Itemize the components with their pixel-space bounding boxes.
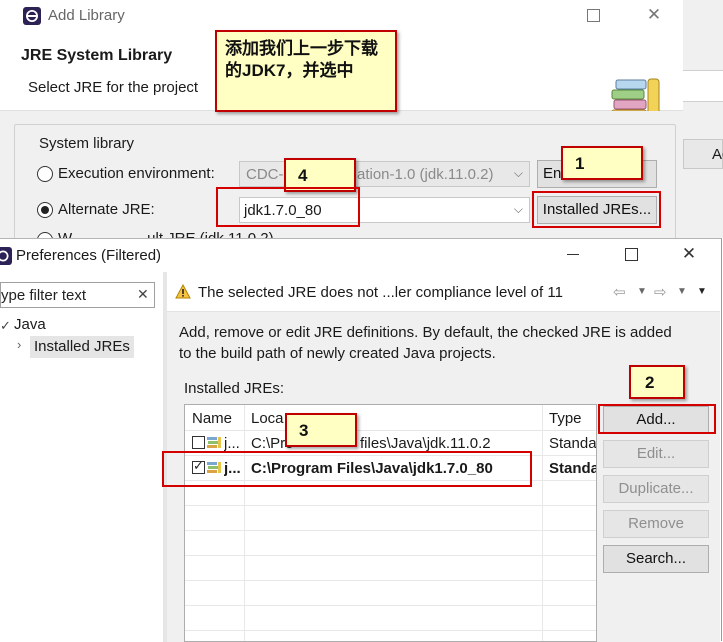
column-header-location[interactable]: Loca — [251, 410, 284, 427]
jre-type: Standa — [549, 460, 597, 477]
preferences-title: Preferences (Filtered) — [16, 247, 162, 264]
row-divider — [185, 580, 596, 581]
add-button-highlight — [598, 404, 716, 434]
execution-environment-radio[interactable] — [37, 166, 53, 182]
row-divider — [185, 630, 596, 631]
warning-message: The selected JRE does not ...ler complia… — [198, 284, 563, 301]
alternate-jre-radio[interactable] — [37, 202, 53, 218]
minimize-button[interactable] — [553, 239, 593, 269]
background-window-tab[interactable]: Ad — [683, 139, 723, 169]
row-divider — [185, 530, 596, 531]
background-tab-label: Ad — [712, 146, 723, 163]
alternate-jre-highlight — [216, 187, 360, 227]
step-4-text: 4 — [298, 166, 308, 185]
close-button[interactable]: ✕ — [669, 239, 709, 269]
step-1-label: 1 — [561, 146, 643, 180]
jre-type: Standa — [549, 435, 597, 452]
background-window-top-field — [683, 70, 723, 102]
description-line-1: Add, remove or edit JRE definitions. By … — [179, 324, 672, 341]
step-2-text: 2 — [645, 373, 655, 392]
forward-arrow-icon[interactable]: ⇨ — [654, 283, 667, 301]
header-subtitle: Select JRE for the project — [28, 79, 199, 96]
clear-filter-icon[interactable]: ✕ — [137, 286, 149, 303]
maximize-button[interactable] — [573, 0, 613, 30]
close-icon: ✕ — [646, 5, 662, 24]
search-jre-button[interactable]: Search... — [603, 545, 709, 573]
step-2-label: 2 — [629, 365, 685, 399]
exec-env-value-tail: ation-1.0 (jdk.11.0.2) — [357, 166, 494, 183]
step-1-text: 1 — [575, 154, 585, 173]
tree-item-java[interactable]: Java — [14, 316, 46, 333]
filter-input[interactable]: ype filter text ✕ — [0, 282, 155, 308]
jre-library-icon — [207, 437, 221, 448]
alternate-jre-label[interactable]: Alternate JRE: — [58, 201, 155, 218]
preferences-titlebar: Preferences (Filtered) ✕ — [0, 239, 721, 272]
row-divider — [185, 505, 596, 506]
exec-env-value-head: CDC- — [246, 166, 284, 183]
installed-jres-label: Installed JREs: — [184, 380, 285, 397]
remove-jre-button[interactable]: Remove — [603, 510, 709, 538]
instruction-note: 添加我们上一步下载的JDK7，并选中 — [215, 30, 397, 112]
description-line-2: to the build path of newly created Java … — [179, 345, 496, 362]
chevron-down-icon: ⌵ — [513, 202, 523, 216]
jre-location-tail: files\Java\jdk.11.0.2 — [360, 435, 491, 452]
preferences-dialog: Preferences (Filtered) ✕ ype filter text… — [0, 238, 722, 642]
table-header — [185, 405, 596, 431]
jdk7-row-highlight — [162, 451, 532, 487]
step-3-text: 3 — [299, 421, 309, 440]
back-arrow-icon[interactable]: ⇦ — [613, 283, 626, 301]
forward-menu-chevron-icon[interactable]: ▼ — [677, 286, 687, 297]
eclipse-app-icon — [0, 247, 12, 265]
duplicate-button-label: Duplicate... — [618, 480, 694, 497]
background-window-right — [683, 0, 723, 238]
add-library-title: Add Library — [48, 7, 125, 24]
search-button-label: Search... — [625, 550, 687, 567]
chevron-down-icon: ⌵ — [513, 166, 523, 180]
duplicate-jre-button[interactable]: Duplicate... — [603, 475, 709, 503]
tree-expand-java-icon[interactable]: ✓ — [0, 318, 11, 334]
installed-jres-highlight — [532, 191, 661, 228]
warning-icon — [175, 284, 191, 299]
jre-checkbox[interactable] — [192, 436, 205, 449]
execution-environment-label[interactable]: Execution environment: — [58, 165, 215, 182]
installed-jres-table[interactable]: Name Loca Type j... C:\Pro files\Java\jd… — [184, 404, 597, 642]
preferences-left-pane — [0, 279, 158, 642]
view-menu-icon[interactable]: ▼ — [697, 286, 707, 297]
system-library-group-label: System library — [37, 135, 137, 152]
row-divider — [185, 555, 596, 556]
close-button[interactable]: ✕ — [634, 0, 674, 30]
edit-jre-button[interactable]: Edit... — [603, 440, 709, 468]
maximize-icon — [624, 247, 638, 261]
workspace-default-label: W ult JRE (jdk 11.0.2) — [58, 230, 274, 238]
close-icon: ✕ — [681, 244, 697, 263]
execution-environment-combo: CDC- ation-1.0 (jdk.11.0.2) ⌵ — [239, 161, 530, 187]
jre-name: j... — [224, 435, 240, 452]
tree-chevron-right-icon[interactable]: › — [17, 337, 21, 352]
eclipse-app-icon — [23, 7, 41, 25]
step-3-label: 3 — [285, 413, 357, 447]
row-divider — [185, 605, 596, 606]
remove-button-label: Remove — [628, 515, 684, 532]
header-title: JRE System Library — [21, 47, 173, 64]
minimize-icon — [567, 253, 579, 255]
maximize-icon — [586, 8, 600, 22]
add-library-titlebar: Add Library ✕ — [0, 0, 683, 32]
maximize-button[interactable] — [611, 239, 651, 269]
tree-item-installed-jres[interactable]: Installed JREs — [34, 338, 130, 355]
edit-button-label: Edit... — [636, 445, 676, 462]
filter-placeholder: ype filter text — [1, 287, 87, 304]
instruction-note-text: 添加我们上一步下载的JDK7，并选中 — [225, 39, 378, 80]
back-menu-chevron-icon[interactable]: ▼ — [637, 286, 647, 297]
column-header-type[interactable]: Type — [549, 410, 582, 427]
column-header-name[interactable]: Name — [192, 410, 232, 427]
